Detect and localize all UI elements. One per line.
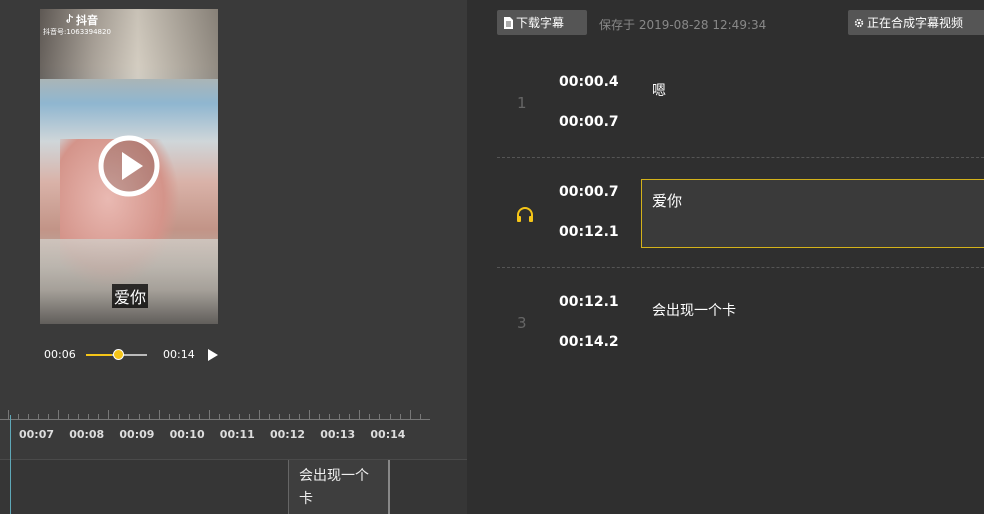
ruler-minor-tick bbox=[98, 414, 100, 420]
ruler-minor-tick bbox=[38, 414, 40, 420]
ruler-minor-tick bbox=[28, 414, 30, 420]
ruler-minor-tick bbox=[329, 414, 331, 420]
ruler-tick-label: 00:12 bbox=[270, 428, 306, 441]
subtitle-start-time[interactable]: 00:00.7 bbox=[559, 184, 619, 200]
subtitle-index: 1 bbox=[517, 94, 527, 112]
user-id-watermark: 抖音号:1063394820 bbox=[43, 28, 111, 36]
subtitle-clip-text: 会出现一个卡 bbox=[299, 468, 369, 507]
ruler-minor-tick bbox=[269, 414, 271, 420]
video-caption: 爱你 bbox=[112, 284, 149, 308]
video-preview[interactable]: 抖音 抖音号:1063394820 爱你 bbox=[40, 9, 218, 324]
subtitle-clip[interactable]: 会出现一个卡 bbox=[288, 460, 390, 514]
subtitle-row[interactable]: 1 00:00.4 00:00.7 嗯 bbox=[497, 48, 984, 158]
save-status: 保存于 2019-08-28 12:49:34 bbox=[599, 18, 767, 32]
ruler-minor-tick bbox=[88, 414, 90, 420]
subtitle-text[interactable]: 会出现一个卡 bbox=[652, 300, 736, 320]
document-icon bbox=[504, 16, 513, 29]
ruler-minor-tick bbox=[399, 414, 401, 420]
ruler-minor-tick bbox=[188, 414, 190, 420]
ruler-minor-tick bbox=[238, 414, 240, 420]
ruler-minor-tick bbox=[228, 414, 230, 420]
subtitle-row-active[interactable]: 00:00.7 00:12.1 爱你 bbox=[497, 158, 984, 268]
ruler-minor-tick bbox=[218, 414, 220, 420]
download-subtitle-button[interactable]: 下载字幕 bbox=[497, 10, 587, 35]
subtitle-end-time[interactable]: 00:00.7 bbox=[559, 114, 619, 130]
download-subtitle-label: 下载字幕 bbox=[516, 16, 565, 30]
ruler-minor-tick bbox=[299, 414, 301, 420]
subtitle-list-pane: 下载字幕 保存于 2019-08-28 12:49:34 正在合成字幕视频 1 … bbox=[497, 0, 984, 514]
subtitle-row[interactable]: 3 00:12.1 00:14.2 会出现一个卡 bbox=[497, 268, 984, 378]
ruler-major-tick bbox=[409, 410, 411, 420]
ruler-major-tick bbox=[359, 410, 361, 420]
ruler-minor-tick bbox=[138, 414, 140, 420]
subtitle-text: 爱你 bbox=[652, 192, 683, 210]
subtitle-track[interactable] bbox=[0, 459, 467, 514]
timeline[interactable]: 会出现一个卡 00:07 00:08 00:09 00:10 00:11 00:12 00:… bbox=[0, 410, 467, 514]
subtitle-text[interactable]: 嗯 bbox=[652, 80, 666, 100]
douyin-note-icon bbox=[66, 14, 73, 23]
subtitle-index: 3 bbox=[517, 314, 527, 332]
ruler-minor-tick bbox=[379, 414, 381, 420]
logo-text: 抖音 bbox=[76, 14, 98, 27]
seek-slider-knob[interactable] bbox=[113, 349, 124, 360]
gear-icon bbox=[854, 18, 864, 27]
ruler-minor-tick bbox=[78, 414, 80, 420]
ruler-minor-tick bbox=[369, 414, 371, 420]
seek-slider-fill bbox=[86, 354, 113, 356]
subtitle-start-time[interactable]: 00:12.1 bbox=[559, 294, 619, 310]
play-overlay-icon[interactable] bbox=[97, 134, 161, 198]
ruler-minor-tick bbox=[48, 414, 50, 420]
total-time: 00:14 bbox=[163, 348, 195, 361]
ruler-minor-tick bbox=[178, 414, 180, 420]
subtitle-end-time[interactable]: 00:14.2 bbox=[559, 334, 619, 350]
ruler-minor-tick bbox=[128, 414, 130, 420]
ruler-minor-tick bbox=[339, 414, 341, 420]
player-controls: 00:06 00:14 bbox=[40, 345, 230, 365]
douyin-logo: 抖音 bbox=[66, 12, 98, 28]
ruler-major-tick bbox=[108, 410, 110, 420]
ruler-major-tick bbox=[58, 410, 60, 420]
subtitle-editor: 抖音 抖音号:1063394820 爱你 00:06 00:14 会出现一个卡 bbox=[0, 0, 984, 514]
ruler-minor-tick bbox=[248, 414, 250, 420]
ruler-minor-tick bbox=[389, 414, 391, 420]
ruler-tick-label: 00:14 bbox=[370, 428, 406, 441]
ruler-tick-label: 00:08 bbox=[69, 428, 105, 441]
pane-divider bbox=[467, 0, 497, 514]
ruler-major-tick bbox=[259, 410, 260, 420]
ruler-tick-label: 00:09 bbox=[119, 428, 155, 441]
ruler-minor-tick bbox=[18, 414, 20, 420]
ruler-tick-label: 00:11 bbox=[219, 428, 255, 441]
ruler-major-tick bbox=[208, 410, 210, 420]
ruler-minor-tick bbox=[349, 414, 351, 420]
current-time: 00:06 bbox=[44, 348, 76, 361]
headphone-icon bbox=[517, 207, 533, 222]
playhead[interactable] bbox=[10, 415, 11, 514]
subtitle-start-time[interactable]: 00:00.4 bbox=[559, 74, 619, 90]
compose-video-button[interactable]: 正在合成字幕视频 bbox=[848, 10, 984, 35]
ruler-minor-tick bbox=[168, 414, 170, 420]
ruler-major-tick bbox=[158, 410, 160, 420]
ruler-minor-tick bbox=[118, 414, 120, 420]
ruler-minor-tick bbox=[279, 414, 281, 420]
ruler-minor-tick bbox=[319, 414, 321, 420]
ruler-minor-tick bbox=[289, 414, 291, 420]
ruler-tick-label: 00:10 bbox=[169, 428, 205, 441]
ruler-major-tick bbox=[8, 410, 9, 420]
subtitle-text-editor[interactable]: 爱你 bbox=[641, 179, 984, 248]
ruler-minor-tick bbox=[198, 414, 200, 420]
timeline-ruler[interactable] bbox=[0, 410, 430, 420]
compose-video-label: 正在合成字幕视频 bbox=[867, 16, 964, 30]
ruler-tick-label: 00:07 bbox=[19, 428, 55, 441]
preview-pane: 抖音 抖音号:1063394820 爱你 00:06 00:14 会出现一个卡 bbox=[0, 0, 467, 514]
play-icon[interactable] bbox=[206, 348, 220, 362]
subtitle-end-time[interactable]: 00:12.1 bbox=[559, 224, 619, 240]
ruler-minor-tick bbox=[68, 414, 70, 420]
video-frame-desk bbox=[40, 239, 218, 324]
ruler-minor-tick bbox=[148, 414, 150, 420]
ruler-tick-label: 00:13 bbox=[320, 428, 356, 441]
ruler-minor-tick bbox=[419, 414, 421, 420]
ruler-major-tick bbox=[309, 410, 311, 420]
